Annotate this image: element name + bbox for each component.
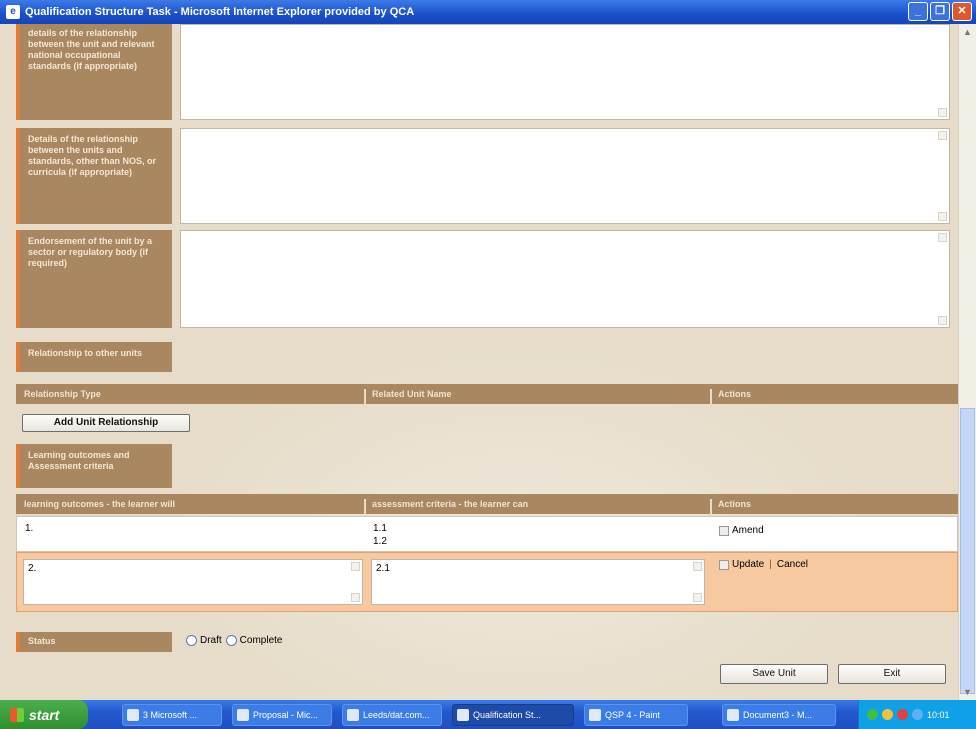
table-row-editing: 2. 2.1 Update | Cancel bbox=[16, 552, 958, 612]
cancel-link[interactable]: Cancel bbox=[777, 559, 808, 570]
textarea-scroll-arrow[interactable] bbox=[693, 593, 702, 602]
draft-label: Draft bbox=[200, 635, 222, 646]
complete-label: Complete bbox=[239, 635, 283, 646]
taskbar-item[interactable]: 3 Microsoft ... bbox=[122, 704, 222, 726]
update-icon bbox=[719, 559, 729, 570]
system-tray: 10:01 bbox=[858, 700, 976, 729]
column-header: Actions bbox=[718, 499, 752, 509]
textarea-scroll-arrow[interactable] bbox=[351, 562, 360, 571]
textarea-scroll-arrow[interactable] bbox=[938, 233, 947, 242]
endorsement-label: Endorsement of the unit by a sector or r… bbox=[16, 230, 172, 328]
status-label: Status bbox=[16, 632, 172, 652]
tray-icon[interactable] bbox=[867, 709, 878, 720]
update-link[interactable]: Update bbox=[732, 559, 764, 570]
exit-button[interactable]: Exit bbox=[838, 664, 946, 684]
ie-icon: e bbox=[6, 5, 20, 19]
close-button[interactable]: ✕ bbox=[952, 2, 972, 21]
taskbar-item[interactable]: QSP 4 - Paint bbox=[584, 704, 688, 726]
scroll-thumb[interactable] bbox=[960, 408, 975, 694]
outcomes-table-header: learning outcomes - the learner will ass… bbox=[16, 494, 958, 519]
column-header: Relationship Type bbox=[24, 389, 101, 399]
criteria-input[interactable]: 2.1 bbox=[371, 559, 705, 605]
add-unit-relationship-button[interactable]: Add Unit Relationship bbox=[22, 414, 190, 432]
criteria-text: 1.2 bbox=[373, 536, 387, 547]
complete-radio[interactable] bbox=[225, 635, 237, 646]
textarea-scroll-arrow[interactable] bbox=[938, 316, 947, 325]
taskbar-item[interactable]: Document3 - M... bbox=[722, 704, 836, 726]
relationship-other-textarea[interactable] bbox=[180, 128, 950, 224]
textarea-scroll-arrow[interactable] bbox=[938, 108, 947, 117]
outcome-text: 1. bbox=[25, 523, 34, 534]
tray-icon[interactable] bbox=[882, 709, 893, 720]
relationship-nos-textarea[interactable] bbox=[180, 24, 950, 120]
column-header: Actions bbox=[718, 389, 752, 399]
vertical-scrollbar[interactable]: ▲ ▼ bbox=[958, 24, 976, 700]
tray-icon[interactable] bbox=[912, 709, 923, 720]
textarea-scroll-arrow[interactable] bbox=[693, 562, 702, 571]
minimize-button[interactable]: _ bbox=[908, 2, 928, 21]
taskbar-item-active[interactable]: Qualification St... bbox=[452, 704, 574, 726]
amend-icon bbox=[719, 525, 729, 536]
relationship-nos-label: details of the relationship between the … bbox=[16, 24, 172, 120]
table-row: 1. 1.1 1.2 Amend bbox=[16, 516, 958, 552]
column-header: assessment criteria - the learner can bbox=[372, 499, 529, 509]
status-options: Draft Complete bbox=[186, 635, 282, 646]
outcome-input[interactable]: 2. bbox=[23, 559, 363, 605]
scroll-down-arrow[interactable]: ▼ bbox=[959, 684, 976, 700]
relationship-other-label: Details of the relationship between the … bbox=[16, 128, 172, 224]
taskbar-item[interactable]: Leeds/dat.com... bbox=[342, 704, 442, 726]
window-titlebar: e Qualification Structure Task - Microso… bbox=[0, 0, 976, 24]
column-header: Related Unit Name bbox=[372, 389, 452, 399]
criteria-text: 1.1 bbox=[373, 523, 387, 534]
relationship-units-label: Relationship to other units bbox=[16, 342, 172, 372]
save-unit-button[interactable]: Save Unit bbox=[720, 664, 828, 684]
textarea-scroll-arrow[interactable] bbox=[351, 593, 360, 602]
window-title: Qualification Structure Task - Microsoft… bbox=[25, 6, 415, 18]
relationship-table-header: Relationship Type Related Unit Name Acti… bbox=[16, 384, 958, 409]
endorsement-textarea[interactable] bbox=[180, 230, 950, 328]
start-button[interactable]: start bbox=[0, 700, 88, 729]
scroll-up-arrow[interactable]: ▲ bbox=[959, 24, 976, 40]
amend-link[interactable]: Amend bbox=[732, 525, 764, 536]
windows-flag-icon bbox=[10, 707, 24, 722]
textarea-scroll-arrow[interactable] bbox=[938, 212, 947, 221]
learning-outcomes-label: Learning outcomes and Assessment criteri… bbox=[16, 444, 172, 488]
textarea-scroll-arrow[interactable] bbox=[938, 131, 947, 140]
clock: 10:01 bbox=[927, 709, 950, 720]
page-content: details of the relationship between the … bbox=[0, 24, 958, 700]
draft-radio[interactable] bbox=[186, 635, 197, 646]
tray-icon[interactable] bbox=[897, 709, 908, 720]
maximize-button[interactable]: ❐ bbox=[930, 2, 950, 21]
column-header: learning outcomes - the learner will bbox=[24, 499, 176, 509]
taskbar-item[interactable]: Proposal - Mic... bbox=[232, 704, 332, 726]
